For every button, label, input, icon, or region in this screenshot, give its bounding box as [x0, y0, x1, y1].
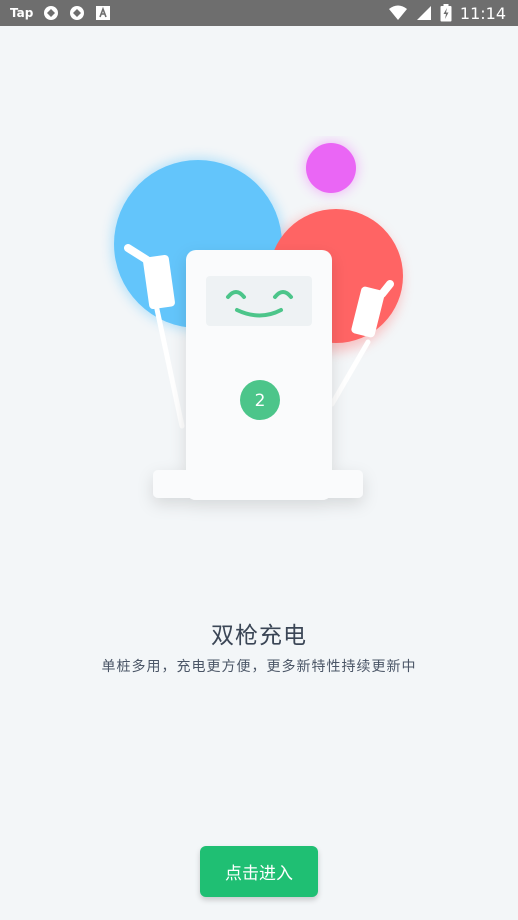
charger-base: [153, 470, 363, 498]
enter-button[interactable]: 点击进入: [200, 846, 318, 897]
status-right: 11:14: [388, 3, 506, 23]
status-bar: Tap 11:14: [0, 0, 518, 26]
page-subtitle: 单桩多用，充电更方便，更多新特性持续更新中: [101, 659, 417, 675]
sync-icon: [44, 6, 59, 20]
enter-button-label: 点击进入: [225, 864, 293, 884]
font-a-icon: [96, 6, 111, 20]
status-left: Tap: [10, 4, 111, 22]
badge-number: 2: [255, 391, 266, 411]
page-title: 双枪充电: [211, 623, 307, 649]
wifi-icon: [388, 5, 407, 20]
welcome-screen: 2 双枪充电 单桩多用，充电更方便，更多新特性持续更新中 点击进入: [0, 26, 518, 920]
charger-screen: [206, 276, 312, 326]
charging-pile-illustration: 2: [112, 142, 403, 500]
purple-circle: [306, 143, 356, 193]
tap-app-label: Tap: [10, 6, 34, 20]
signal-icon: [416, 6, 431, 20]
status-time: 11:14: [459, 3, 506, 23]
battery-charging-icon: [440, 4, 452, 22]
sync-icon: [70, 6, 85, 20]
